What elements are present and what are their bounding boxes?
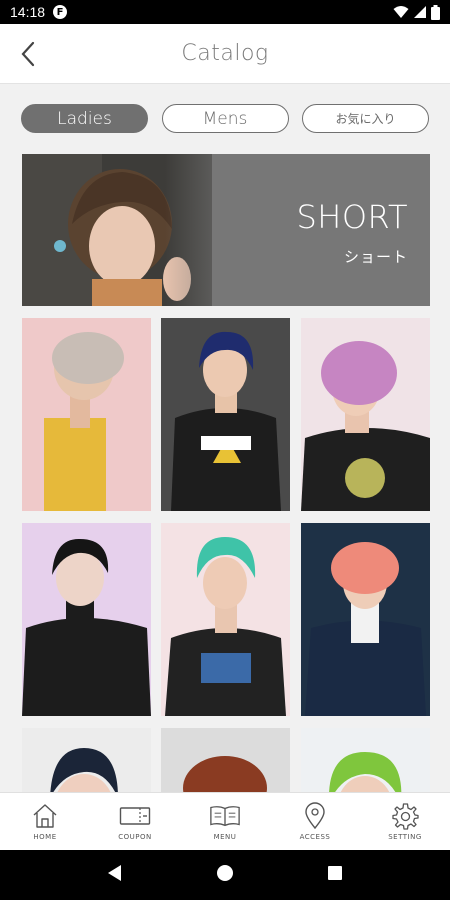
short-style-banner[interactable]: SHORT ショート [22, 154, 430, 306]
nav-setting-label: SETTING [388, 833, 422, 841]
hairstyle-tile[interactable] [161, 728, 290, 792]
hairstyle-tile[interactable] [161, 318, 290, 511]
app-notification-icon: F [53, 5, 68, 19]
banner-title: SHORT [296, 198, 408, 236]
signal-icon [414, 6, 426, 18]
bottom-navigation: HOME COUPON MENU ACCESS SETTING [0, 792, 450, 850]
hairstyle-photo [161, 728, 290, 792]
hairstyle-tile[interactable] [22, 728, 151, 792]
triangle-back-icon [107, 865, 121, 881]
system-home-button[interactable] [216, 864, 234, 886]
coupon-icon [119, 807, 151, 825]
segment-ladies[interactable]: Ladies [21, 104, 148, 133]
status-icons [393, 4, 440, 20]
nav-menu[interactable]: MENU [180, 793, 270, 850]
book-icon [210, 806, 240, 827]
hairstyle-tile[interactable] [301, 523, 430, 716]
hairstyle-photo [22, 318, 151, 511]
catalog-content[interactable]: Ladies Mens お気に入り SHORT ショート [0, 84, 450, 792]
nav-home[interactable]: HOME [0, 793, 90, 850]
battery-icon [431, 4, 440, 20]
square-recents-icon [328, 866, 343, 880]
hairstyle-tile[interactable] [301, 318, 430, 511]
hairstyle-photo [22, 728, 151, 792]
back-arrow-icon [21, 41, 35, 67]
system-back-button[interactable] [107, 864, 123, 886]
hairstyle-tile[interactable] [22, 523, 151, 716]
hairstyle-tile[interactable] [161, 523, 290, 716]
nav-access-label: ACCESS [299, 833, 331, 841]
hairstyle-tile[interactable] [22, 318, 151, 511]
back-button[interactable] [14, 40, 42, 68]
segment-mens[interactable]: Mens [161, 104, 289, 133]
nav-coupon-label: COUPON [118, 833, 152, 841]
hairstyle-photo [161, 318, 290, 511]
nav-home-label: HOME [33, 833, 57, 841]
hairstyle-tile[interactable] [301, 728, 430, 792]
hairstyle-photo [22, 523, 151, 716]
system-navigation-bar [0, 850, 450, 900]
hairstyle-photo [301, 318, 430, 511]
hairstyle-photo [301, 523, 430, 716]
hairstyle-photo [301, 728, 430, 792]
page-title: Catalog [181, 41, 269, 66]
home-icon [33, 804, 57, 828]
category-segments: Ladies Mens お気に入り [21, 104, 429, 134]
segment-favorites[interactable]: お気に入り [302, 104, 429, 133]
hairstyle-photo [161, 523, 290, 716]
circle-home-icon [216, 865, 233, 881]
gear-icon [392, 803, 419, 830]
app-header: Catalog [0, 24, 450, 84]
nav-access[interactable]: ACCESS [270, 793, 360, 850]
system-recents-button[interactable] [327, 865, 343, 885]
status-bar: 14:18 F [0, 0, 450, 24]
banner-subtitle: ショート [343, 248, 408, 266]
location-pin-icon [305, 802, 325, 830]
nav-menu-label: MENU [213, 833, 237, 841]
status-time: 14:18 [10, 4, 46, 20]
nav-coupon[interactable]: COUPON [90, 793, 180, 850]
nav-setting[interactable]: SETTING [360, 793, 450, 850]
wifi-icon [393, 6, 409, 18]
